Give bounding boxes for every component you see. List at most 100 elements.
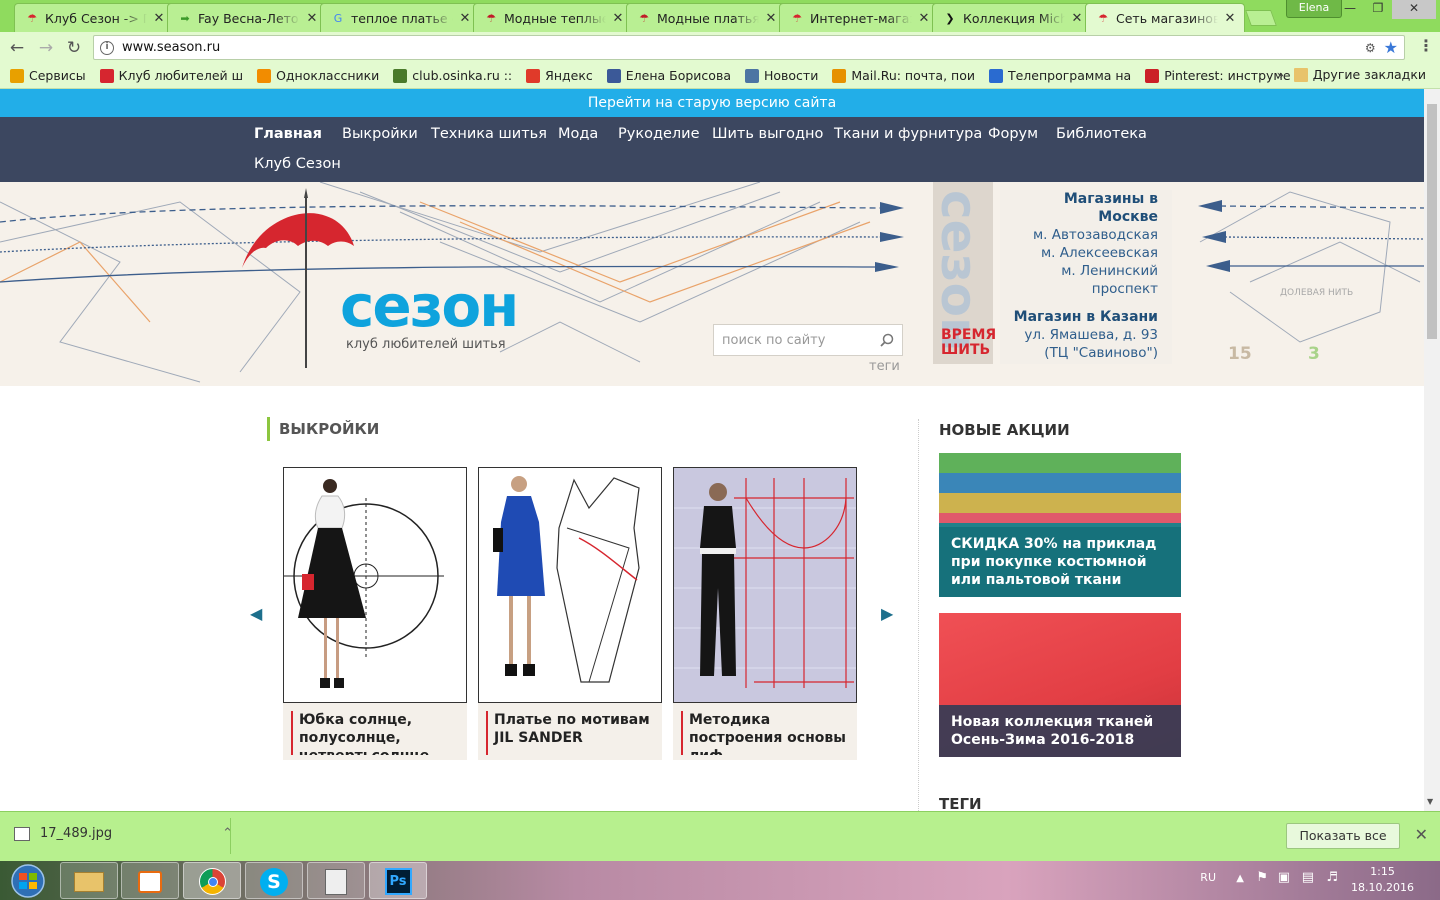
close-window-icon[interactable]: ✕ <box>1392 0 1436 19</box>
profile-badge[interactable]: Elena <box>1286 0 1342 18</box>
archive-taskbar-icon[interactable] <box>307 862 365 899</box>
browser-tab[interactable]: ☂ Клуб Сезон -> Главная ✕ <box>14 3 174 32</box>
pattern-card[interactable]: Платье по мотивам JIL SANDER <box>478 467 662 760</box>
nav-item[interactable]: Клуб Сезон <box>254 156 341 172</box>
media-player-taskbar-icon[interactable] <box>121 862 179 899</box>
nav-item[interactable]: Выкройки <box>342 126 418 142</box>
carousel-prev-icon[interactable]: ◀ <box>250 604 262 623</box>
close-downloads-icon[interactable]: ✕ <box>1415 825 1428 844</box>
bookmark-item[interactable]: club.osinka.ru :: <box>393 68 512 83</box>
chrome-taskbar-icon[interactable] <box>183 862 241 899</box>
bookmark-item[interactable]: Сервисы <box>10 68 86 83</box>
browser-tab[interactable]: ➡ Fay Весна-Лето 2016 ✕ <box>167 3 327 32</box>
download-filename[interactable]: 17_489.jpg <box>40 826 112 841</box>
pattern-card[interactable]: Методика построения основы лиф <box>673 467 857 760</box>
photoshop-taskbar-icon[interactable]: Ps <box>369 862 427 899</box>
tab-title[interactable]: Модные теплые <box>504 11 606 26</box>
bookmark-item[interactable]: Новости <box>744 68 818 83</box>
bookmark-item[interactable]: Яндекс <box>526 68 593 83</box>
bookmark-star-icon[interactable]: ★ <box>1384 38 1398 57</box>
nav-item[interactable]: Мода <box>558 126 598 142</box>
bookmarks-overflow-icon[interactable]: » <box>1277 68 1284 82</box>
other-bookmarks[interactable]: Другие закладки <box>1293 67 1426 82</box>
tray-clock[interactable]: 1:15 18.10.2016 <box>1351 864 1414 896</box>
search-tags-link[interactable]: теги <box>869 359 900 374</box>
nav-item[interactable]: Форум <box>988 126 1038 142</box>
moscow-store-item[interactable]: м. Автозаводская <box>1000 226 1158 244</box>
tab-title[interactable]: Сеть магазинов <box>1116 11 1218 26</box>
tab-close-icon[interactable]: ✕ <box>612 11 624 26</box>
volume-icon[interactable]: ♬ <box>1326 870 1338 885</box>
chevron-up-icon[interactable]: ⌃ <box>222 826 233 841</box>
nav-item[interactable]: Шить выгодно <box>712 126 823 142</box>
tab-close-icon[interactable]: ✕ <box>153 11 165 26</box>
tab-close-icon[interactable]: ✕ <box>765 11 777 26</box>
browser-tab[interactable]: ☂ Интернет-магазин ✕ <box>779 3 939 32</box>
scrollbar-thumb[interactable] <box>1427 104 1437 339</box>
nav-item[interactable]: Главная <box>254 126 322 142</box>
patterns-section-title[interactable]: ВЫКРОЙКИ <box>267 417 379 441</box>
usb-icon[interactable]: ▣ <box>1278 870 1290 885</box>
browser-tab[interactable]: ❯ Коллекция Michael ✕ <box>932 3 1092 32</box>
minimize-icon[interactable]: — <box>1336 0 1364 19</box>
pattern-card-image[interactable] <box>478 467 662 703</box>
scroll-down-icon[interactable]: ▼ <box>1427 797 1433 806</box>
browser-tab[interactable]: Gтеплое платье с ✕ <box>320 3 480 32</box>
show-all-downloads-button[interactable]: Показать все <box>1286 823 1400 849</box>
search-input[interactable]: поиск по сайту <box>722 333 880 348</box>
kazan-store-title[interactable]: Магазин в Казани <box>1000 308 1158 326</box>
download-item[interactable]: 17_489.jpg ⌃ <box>14 826 233 841</box>
tab-title[interactable]: теплое платье с <box>351 11 453 26</box>
tab-close-icon[interactable]: ✕ <box>459 11 471 26</box>
nav-item[interactable]: Ткани и фурнитура <box>834 126 982 142</box>
tab-title[interactable]: Модные платья <box>657 11 759 26</box>
bookmark-item[interactable]: Клуб любителей ш <box>99 68 243 83</box>
address-bar[interactable]: i www.season.ru ⚙ ★ <box>93 35 1405 60</box>
promo-card[interactable]: СКИДКА 30% на приклад при покупке костюм… <box>939 453 1181 597</box>
moscow-stores-title[interactable]: Магазины в Москве <box>1038 190 1158 226</box>
tab-close-icon[interactable]: ✕ <box>918 11 930 26</box>
promo-card[interactable]: Новая коллекция тканей Осень-Зима 2016-2… <box>939 613 1181 757</box>
tab-close-icon[interactable]: ✕ <box>1071 11 1083 26</box>
new-tab-icon[interactable] <box>1245 10 1277 26</box>
tray-expand-icon[interactable]: ▲ <box>1236 873 1244 884</box>
moscow-store-item[interactable]: м. Ленинский проспект <box>1048 262 1158 298</box>
browser-tab[interactable]: ☂ Модные платья ✕ <box>626 3 786 32</box>
pattern-card-image[interactable] <box>673 467 857 703</box>
pattern-card-caption[interactable]: Методика построения основы лиф <box>681 711 849 755</box>
tab-title[interactable]: Fay Весна-Лето 2016 <box>198 11 300 26</box>
bookmark-item[interactable]: Mail.Ru: почта, пои <box>832 68 975 83</box>
maximize-icon[interactable]: ❐ <box>1364 0 1392 19</box>
flag-icon[interactable]: ⚑ <box>1256 870 1268 885</box>
nav-item[interactable]: Рукоделие <box>618 126 700 142</box>
input-language[interactable]: RU <box>1200 871 1216 884</box>
url-text[interactable]: www.season.ru <box>122 40 1365 55</box>
site-logo[interactable]: сезон <box>340 272 519 340</box>
tab-title[interactable]: Интернет-магазин <box>810 11 912 26</box>
explorer-taskbar-icon[interactable] <box>60 862 118 899</box>
nav-item[interactable]: Библиотека <box>1056 126 1147 142</box>
pattern-card[interactable]: Юбка солнце, полусолнце, четвертьсолнце <box>283 467 467 760</box>
browser-tab[interactable]: ☂ Модные теплые ✕ <box>473 3 633 32</box>
promo-text[interactable]: Новая коллекция тканей Осень-Зима 2016-2… <box>939 705 1181 757</box>
bookmark-item[interactable]: Елена Борисова <box>606 68 731 83</box>
bookmark-item[interactable]: Pinterest: инструме <box>1145 68 1291 83</box>
reload-icon[interactable]: ↻ <box>63 37 85 59</box>
network-icon[interactable]: ▤ <box>1302 870 1314 885</box>
carousel-next-icon[interactable]: ▶ <box>881 604 893 623</box>
search-icon[interactable] <box>880 333 894 347</box>
old-version-link[interactable]: Перейти на старую версию сайта <box>0 89 1424 117</box>
pattern-card-caption[interactable]: Платье по мотивам JIL SANDER <box>486 711 654 755</box>
promo-text[interactable]: СКИДКА 30% на приклад при покупке костюм… <box>939 527 1181 597</box>
pattern-card-image[interactable] <box>283 467 467 703</box>
tab-title[interactable]: Клуб Сезон -> Главная <box>45 11 147 26</box>
site-search[interactable]: поиск по сайту <box>713 324 903 356</box>
translate-icon[interactable]: ⚙ <box>1365 41 1376 55</box>
browser-tab[interactable]: ☂ Сеть магазинов ✕ <box>1085 3 1245 32</box>
bookmark-item[interactable]: Телепрограмма на <box>988 68 1131 83</box>
pattern-card-caption[interactable]: Юбка солнце, полусолнце, четвертьсолнце <box>291 711 459 755</box>
windows-start-icon[interactable] <box>2 862 54 900</box>
skype-taskbar-icon[interactable]: S <box>245 862 303 899</box>
site-info-icon[interactable]: i <box>100 40 114 55</box>
tab-title[interactable]: Коллекция Michael <box>963 11 1065 26</box>
